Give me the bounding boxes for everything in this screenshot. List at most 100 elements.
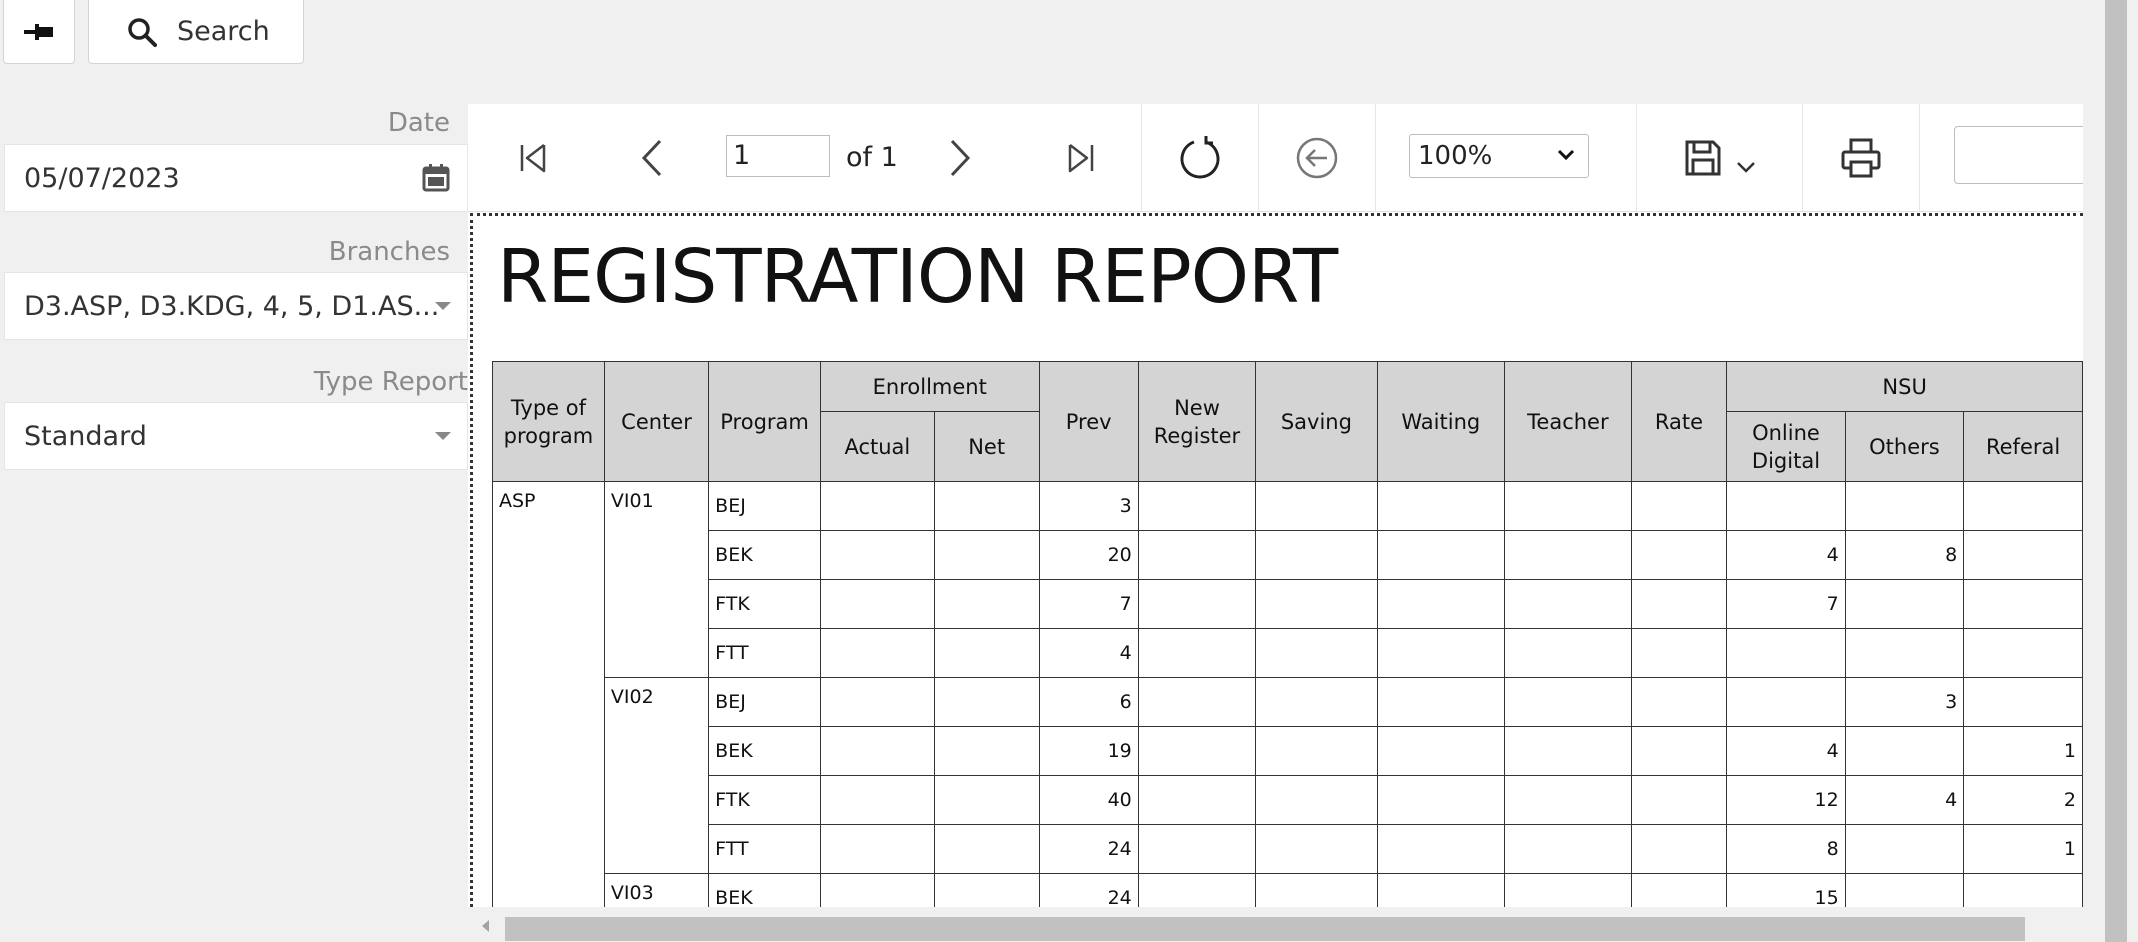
type-report-select[interactable]: Standard [4,402,468,470]
online-digital-cell: 12 [1726,775,1846,825]
vertical-scroll-thumb[interactable] [2105,0,2127,942]
others-cell [1844,824,1965,874]
branches-value: D3.ASP, D3.KDG, 4, 5, D1.AS... [24,290,440,322]
search-text-input[interactable] [1954,126,2094,184]
others-cell [1844,873,1965,907]
first-page-button[interactable] [508,104,558,212]
header-saving: Saving [1255,361,1378,482]
header-waiting: Waiting [1376,361,1506,482]
header-center: Center [603,361,710,482]
horizontal-scroll-thumb[interactable] [505,917,2025,941]
first-page-icon [520,144,546,173]
referal-cell [1963,530,2083,580]
program-cell: FTT [708,628,821,678]
header-net: Net [933,411,1040,482]
referal-cell [1963,873,2083,907]
toolbar-divider [1919,104,1920,212]
type-report-value: Standard [24,420,147,452]
zoom-select[interactable]: 100% [1409,134,1589,178]
save-button[interactable] [1637,104,1802,212]
online-digital-cell: 4 [1726,530,1846,580]
referal-cell [1963,628,2083,678]
header-nsu: NSU [1726,361,2083,412]
branches-select[interactable]: D3.ASP, D3.KDG, 4, 5, D1.AS... [4,272,468,340]
table-row: FTK 7 7 [493,579,2083,629]
pin-button[interactable] [3,0,75,64]
table-row: ASP VI01 BEJ 3 [492,481,2083,907]
top-bar: Search [0,0,2083,66]
horizontal-scrollbar[interactable] [468,907,2083,942]
type-of-program-cell: ASP [492,481,605,907]
toolbar-divider [1375,104,1376,212]
others-cell [1844,481,1965,531]
header-actual: Actual [819,411,935,482]
header-rate: Rate [1630,361,1728,482]
report-page: REGISTRATION REPORT Type of program Cent… [470,213,2083,907]
online-digital-cell: 7 [1726,579,1846,629]
header-online-digital: Online Digital [1726,411,1846,482]
header-new-register: New Register [1137,361,1257,482]
program-cell: FTT [708,824,821,874]
scroll-left-icon[interactable] [482,920,489,932]
refresh-button[interactable] [1142,104,1258,212]
refresh-icon [1180,136,1220,179]
referal-cell [1963,579,2083,629]
program-cell: BEJ [708,481,821,531]
online-digital-cell: 4 [1726,726,1846,776]
date-label: Date [387,108,450,138]
table-row: FTT 4 [493,628,2083,678]
prev-page-button[interactable] [628,104,678,212]
prev-cell: 4 [1038,628,1139,678]
prev-page-icon [641,139,662,177]
vertical-scrollbar[interactable] [2083,0,2138,942]
calendar-icon[interactable] [421,163,451,193]
zoom-value: 100% [1418,141,1493,171]
program-cell: BEJ [708,677,821,727]
report-title: REGISTRATION REPORT [497,234,1338,320]
prev-cell: 24 [1038,824,1139,874]
report-viewer: 1 of 1 100% REGISTRATION REPORT Type of … [468,104,2094,942]
chevron-down-icon [1557,149,1575,161]
table-row: VI02 BEJ 6 3 [493,677,2083,874]
others-cell [1844,628,1965,678]
next-page-button[interactable] [934,104,984,212]
online-digital-cell: 8 [1726,824,1846,874]
next-page-icon [950,139,971,177]
program-cell: BEK [708,873,821,907]
date-field[interactable]: 05/07/2023 [4,144,468,212]
page-number-value: 1 [733,140,751,171]
program-cell: BEK [708,726,821,776]
referal-cell [1963,481,2083,531]
last-page-button[interactable] [1056,104,1106,212]
others-cell [1844,726,1965,776]
online-digital-cell: 15 [1726,873,1846,907]
online-digital-cell [1726,628,1846,678]
page-count-label: of 1 [846,142,898,173]
program-cell: BEK [708,530,821,580]
back-icon [1296,137,1338,179]
chevron-down-icon [1736,162,1755,173]
referal-cell [1963,677,2083,727]
others-cell: 3 [1844,677,1965,727]
prev-cell: 19 [1038,726,1139,776]
table-row: BEK 19 4 1 [493,726,2083,776]
online-digital-cell [1726,677,1846,727]
page-number-input[interactable]: 1 [726,135,830,177]
back-button[interactable] [1259,104,1375,212]
others-cell: 8 [1844,530,1965,580]
chevron-down-icon [435,302,451,310]
prev-cell: 7 [1038,579,1139,629]
search-button[interactable]: Search [88,0,304,64]
search-icon [128,17,157,47]
print-button[interactable] [1803,104,1919,212]
print-icon [1841,138,1881,178]
table-row: FTK 40 12 4 2 [493,775,2083,825]
prev-cell: 6 [1038,677,1139,727]
date-value: 05/07/2023 [24,162,180,194]
search-button-label: Search [177,16,270,47]
header-teacher: Teacher [1504,361,1632,482]
center-cell: VI02 [603,677,710,874]
prev-cell: 40 [1038,775,1139,825]
others-cell [1844,579,1965,629]
prev-cell: 24 [1038,873,1139,907]
